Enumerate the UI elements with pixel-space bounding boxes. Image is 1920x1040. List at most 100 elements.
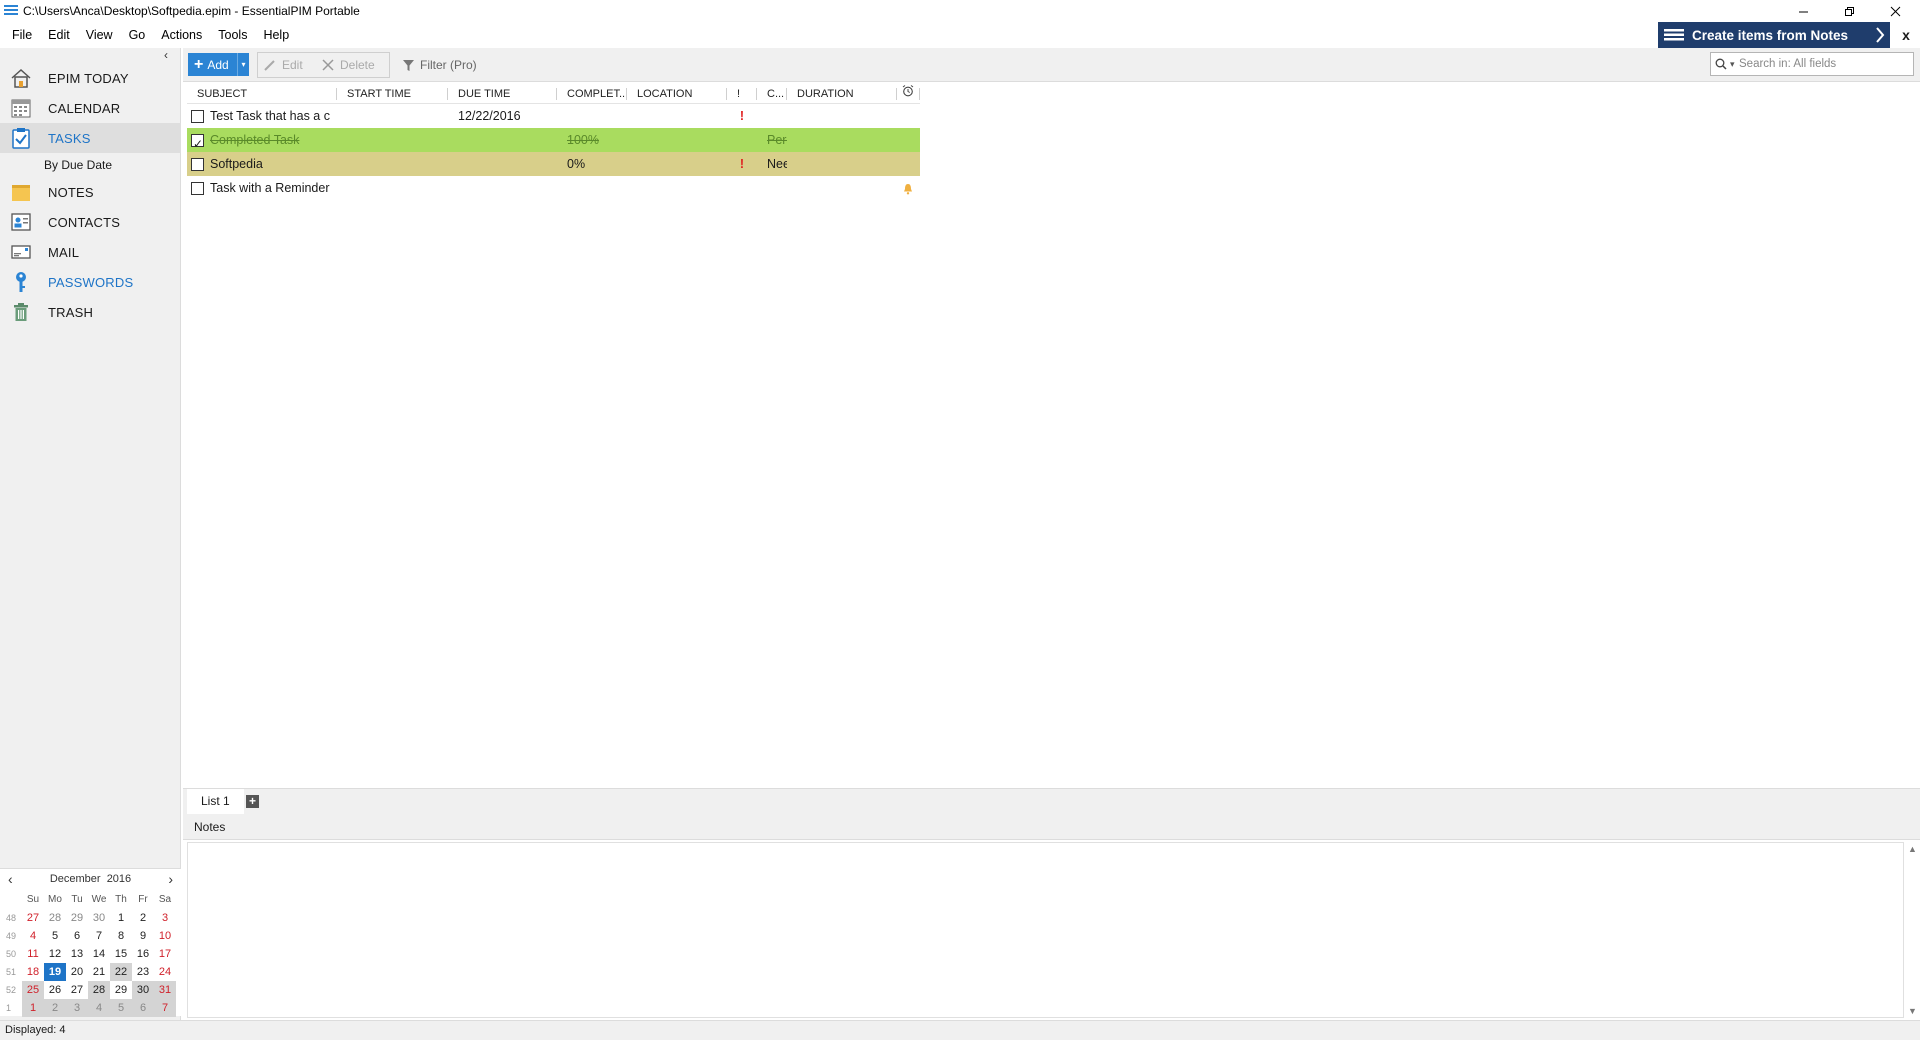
calendar-day[interactable]: 1: [110, 909, 132, 927]
close-window-button[interactable]: [1872, 0, 1918, 22]
calendar-day[interactable]: 19: [44, 963, 66, 981]
nav-item-epim-today[interactable]: EPIM TODAY: [0, 63, 181, 93]
delete-button[interactable]: Delete: [321, 54, 375, 76]
task-complete-checkbox[interactable]: [191, 158, 204, 172]
calendar-day[interactable]: 16: [132, 945, 154, 963]
calendar-day[interactable]: 24: [154, 963, 176, 981]
calendar-day[interactable]: 27: [22, 909, 44, 927]
menu-file[interactable]: File: [4, 22, 40, 48]
calendar-day[interactable]: 17: [154, 945, 176, 963]
calendar-day[interactable]: 15: [110, 945, 132, 963]
column-header-due-time[interactable]: DUE TIME: [448, 84, 557, 103]
calendar-day[interactable]: 29: [66, 909, 88, 927]
promo-close-button[interactable]: x: [1894, 22, 1918, 48]
next-month-button[interactable]: ›: [168, 871, 173, 887]
search-icon[interactable]: ▾: [1711, 58, 1739, 70]
calendar-day[interactable]: 11: [22, 945, 44, 963]
column-header-category[interactable]: C...: [757, 84, 787, 103]
calendar-day[interactable]: 3: [66, 999, 88, 1017]
nav-item-calendar[interactable]: CALENDAR: [0, 93, 181, 123]
column-header-duration[interactable]: DURATION: [787, 84, 897, 103]
calendar-day[interactable]: 13: [66, 945, 88, 963]
tasks-view-by-due-date[interactable]: By Due Date: [0, 153, 181, 177]
column-header-subject[interactable]: SUBJECT: [187, 84, 337, 103]
nav-item-passwords[interactable]: PASSWORDS: [0, 267, 181, 297]
calendar-day[interactable]: 4: [88, 999, 110, 1017]
task-complete-checkbox[interactable]: [191, 132, 204, 152]
calendar-day[interactable]: 9: [132, 927, 154, 945]
week-number[interactable]: 51: [0, 967, 22, 977]
scroll-down-icon[interactable]: ▼: [1908, 1006, 1917, 1016]
menu-edit[interactable]: Edit: [40, 22, 78, 48]
calendar-day[interactable]: 31: [154, 981, 176, 999]
calendar-day[interactable]: 22: [110, 963, 132, 981]
calendar-day[interactable]: 30: [88, 909, 110, 927]
prev-month-button[interactable]: ‹: [8, 871, 13, 887]
calendar-day[interactable]: 14: [88, 945, 110, 963]
notes-editor[interactable]: [187, 842, 1904, 1018]
column-header-complete[interactable]: COMPLET...: [557, 84, 627, 103]
calendar-day[interactable]: 18: [22, 963, 44, 981]
mini-calendar-month[interactable]: December: [50, 873, 101, 885]
menu-actions[interactable]: Actions: [153, 22, 210, 48]
scroll-up-icon[interactable]: ▲: [1908, 844, 1917, 854]
calendar-day[interactable]: 27: [66, 981, 88, 999]
week-number[interactable]: 49: [0, 931, 22, 941]
calendar-day[interactable]: 1: [22, 999, 44, 1017]
calendar-day[interactable]: 5: [44, 927, 66, 945]
edit-button[interactable]: Edit: [263, 54, 303, 76]
add-dropdown-icon[interactable]: ▾: [237, 53, 249, 76]
search-box[interactable]: ▾: [1710, 52, 1914, 76]
menu-view[interactable]: View: [78, 22, 121, 48]
calendar-day[interactable]: 3: [154, 909, 176, 927]
calendar-day[interactable]: 25: [22, 981, 44, 999]
calendar-day[interactable]: 2: [132, 909, 154, 927]
calendar-day[interactable]: 28: [88, 981, 110, 999]
calendar-day[interactable]: 12: [44, 945, 66, 963]
calendar-day[interactable]: 7: [88, 927, 110, 945]
task-complete-checkbox[interactable]: [191, 110, 204, 124]
menu-go[interactable]: Go: [121, 22, 154, 48]
week-number[interactable]: 1: [0, 1003, 22, 1013]
calendar-day[interactable]: 23: [132, 963, 154, 981]
calendar-day[interactable]: 6: [132, 999, 154, 1017]
column-header-location[interactable]: LOCATION: [627, 84, 727, 103]
calendar-day[interactable]: 20: [66, 963, 88, 981]
notes-scrollbar[interactable]: ▲ ▼: [1906, 842, 1920, 1018]
add-list-button[interactable]: +: [246, 795, 259, 808]
nav-item-tasks[interactable]: TASKS: [0, 123, 181, 153]
calendar-day[interactable]: 7: [154, 999, 176, 1017]
nav-item-mail[interactable]: MAIL: [0, 237, 181, 267]
column-header-start-time[interactable]: START TIME: [337, 84, 448, 103]
calendar-day[interactable]: 21: [88, 963, 110, 981]
table-row[interactable]: Completed Task 100% Pers: [187, 128, 920, 152]
nav-item-trash[interactable]: TRASH: [0, 297, 181, 327]
search-input[interactable]: [1739, 58, 1909, 70]
week-number[interactable]: 52: [0, 985, 22, 995]
mini-calendar-year[interactable]: 2016: [107, 873, 131, 885]
calendar-day[interactable]: 30: [132, 981, 154, 999]
menu-tools[interactable]: Tools: [210, 22, 255, 48]
column-header-priority[interactable]: !: [727, 84, 757, 103]
calendar-day[interactable]: 28: [44, 909, 66, 927]
table-row[interactable]: Task with a Reminder: [187, 176, 920, 200]
minimize-button[interactable]: [1780, 0, 1826, 22]
column-header-reminder[interactable]: [897, 84, 920, 103]
calendar-day[interactable]: 6: [66, 927, 88, 945]
add-button[interactable]: + Add ▾: [188, 53, 249, 76]
table-row[interactable]: Softpedia 0%! Nee: [187, 152, 920, 176]
week-number[interactable]: 48: [0, 913, 22, 923]
menu-help[interactable]: Help: [255, 22, 297, 48]
nav-item-contacts[interactable]: CONTACTS: [0, 207, 181, 237]
filter-button[interactable]: Filter (Pro): [402, 54, 477, 76]
calendar-day[interactable]: 10: [154, 927, 176, 945]
calendar-day[interactable]: 2: [44, 999, 66, 1017]
nav-item-notes[interactable]: NOTES: [0, 177, 181, 207]
calendar-day[interactable]: 4: [22, 927, 44, 945]
create-items-from-notes-button[interactable]: Create items from Notes: [1658, 22, 1890, 48]
calendar-day[interactable]: 5: [110, 999, 132, 1017]
restore-button[interactable]: [1826, 0, 1872, 22]
tab-list-1[interactable]: List 1: [187, 789, 244, 814]
week-number[interactable]: 50: [0, 949, 22, 959]
table-row[interactable]: Test Task that has a c 12/22/2016!: [187, 104, 920, 128]
